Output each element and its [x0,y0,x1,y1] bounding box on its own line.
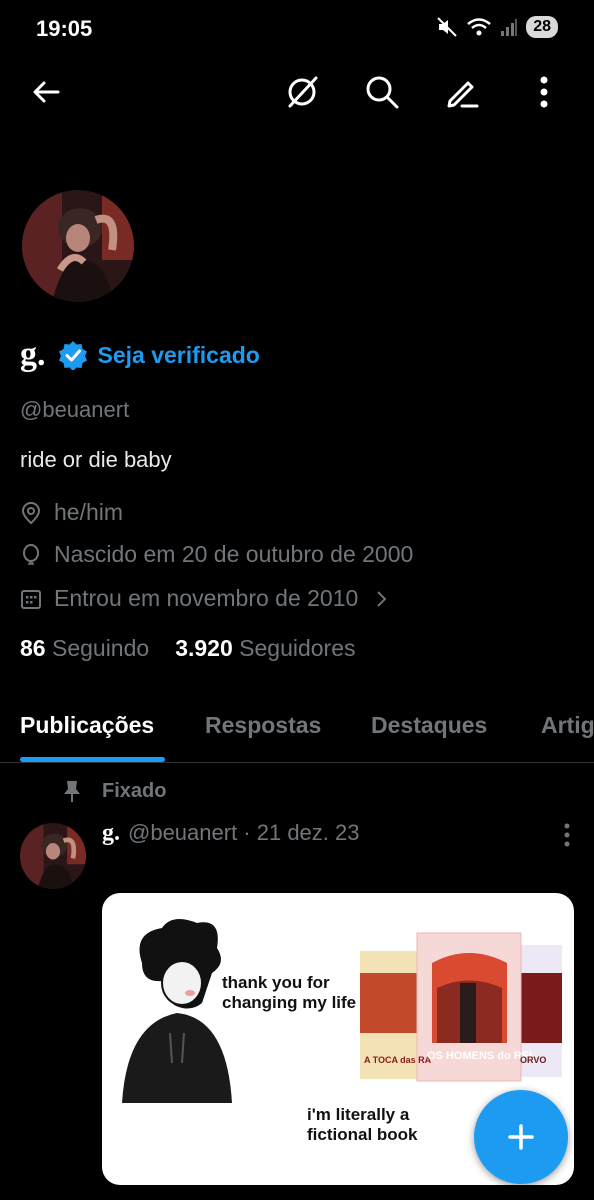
book-title-3: ORVO [520,1055,546,1065]
following-label: Seguindo [51,635,150,661]
post-author-meta: @beuanert · 21 dez. 23 [128,820,360,845]
active-tab-indicator [20,757,165,762]
post-avatar-image [20,823,86,889]
grok-icon [288,76,318,108]
post-author-name[interactable]: g. [102,820,120,847]
calendar-icon [21,589,41,609]
profile-bio: ride or die baby [20,447,172,472]
meme-caption-2: i'm literally a fictional book [307,1105,418,1144]
avatar-image [22,190,134,302]
location-icon [21,501,41,524]
more-vertical-icon [540,76,548,108]
joined-text: Entrou em novembro de 2010 [54,585,359,611]
search-button[interactable] [358,68,406,116]
birthday-text: Nascido em 20 de outubro de 2000 [54,541,414,567]
profile-handle: @beuanert [20,397,130,422]
grok-button[interactable] [278,68,326,116]
status-bar: 19:05 28 [0,0,594,60]
followers-link[interactable]: 3.920 Seguidores [175,635,355,662]
post-more-button[interactable] [562,822,572,853]
followers-label: Seguidores [239,635,356,661]
book-title-2: OS HOMENS do REI [427,1050,532,1062]
joined-row[interactable]: Entrou em novembro de 2010 [20,585,404,612]
chevron-right-icon [377,590,387,607]
verified-badge-icon [58,341,87,370]
book-title-1: A TOCA das RA [364,1055,432,1065]
compose-button[interactable] [474,1090,568,1184]
pinned-text: Fixado [102,779,167,802]
pin-icon [64,781,80,802]
pinned-label: Fixado [62,779,166,803]
top-bar [0,60,594,124]
location-row: he/him [20,499,123,526]
location-text: he/him [54,499,124,525]
battery-badge: 28 [526,16,558,38]
get-verified-link[interactable]: Seja verificado [98,342,260,369]
post-header: g. @beuanert · 21 dez. 23 [102,820,359,847]
name-row: g. Seja verificado [20,336,260,374]
profile-avatar[interactable] [22,190,134,302]
tab-replies[interactable]: Respostas [205,712,321,739]
display-name: g. [20,336,46,373]
more-vertical-icon [564,823,570,847]
back-button[interactable] [22,68,70,116]
status-time: 19:05 [36,16,93,41]
wifi-icon [467,18,491,36]
compose-plus-icon [508,1124,534,1150]
birthday-icon [23,543,39,565]
following-link[interactable]: 86 Seguindo [20,635,149,662]
search-icon [366,76,399,109]
meme-caption-1: thank you for changing my life [222,973,357,1012]
edit-button[interactable] [438,68,486,116]
status-icons: 28 [436,16,558,38]
birthday-row: Nascido em 20 de outubro de 2000 [20,541,413,568]
more-options-button[interactable] [520,68,568,116]
post-author-avatar[interactable] [20,823,86,889]
tab-highlights[interactable]: Destaques [371,712,487,739]
signal-icon [501,19,518,36]
tab-posts[interactable]: Publicações [20,712,154,739]
mute-icon [437,17,457,37]
tab-articles[interactable]: Artig [541,712,594,739]
followers-count: 3.920 [175,635,233,661]
edit-icon [447,81,479,108]
following-count: 86 [20,635,46,661]
follow-stats: 86 Seguindo 3.920 Seguidores [20,635,356,662]
back-arrow-icon [33,81,60,103]
profile-tabs: Publicações Respostas Destaques Artig [0,690,594,763]
